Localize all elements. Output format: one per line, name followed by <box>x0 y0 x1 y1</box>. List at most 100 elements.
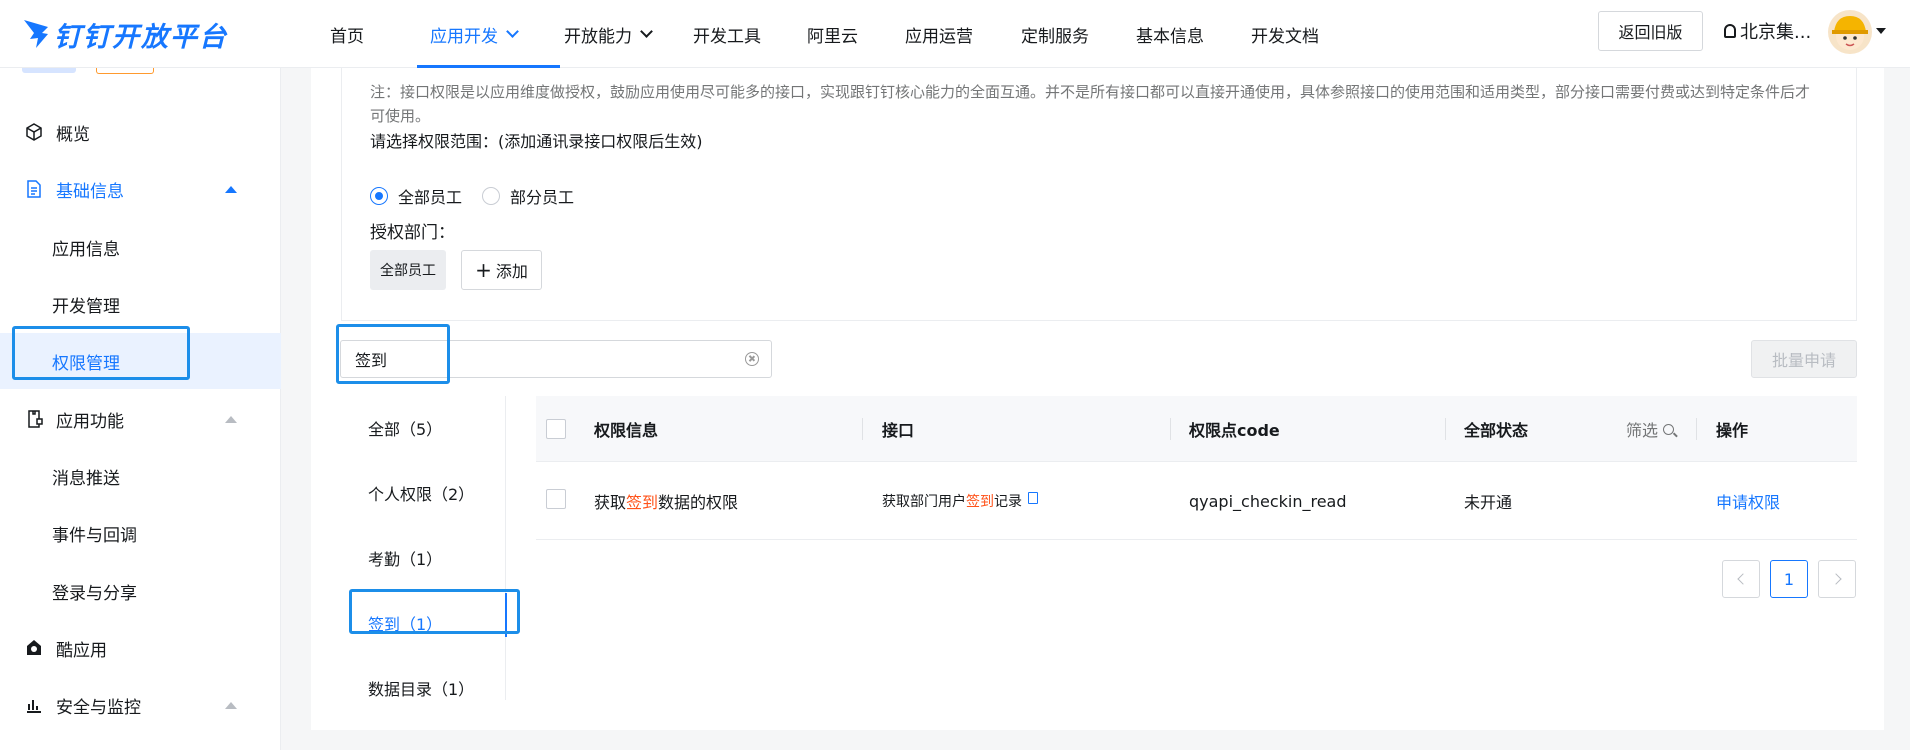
nav-label: 开放能力 <box>564 26 632 47</box>
sidebar: 概览 基础信息 应用信息 开发管理 权限管理 应用功能 消息推送 事件与回调 登… <box>0 68 281 750</box>
cell-permission-code: qyapi_checkin_read <box>1189 491 1347 511</box>
cell-status: 未开通 <box>1464 493 1513 512</box>
nav-label: 应用运营 <box>905 26 973 47</box>
plus-icon: + <box>475 258 492 282</box>
nav-home[interactable]: 首页 <box>330 0 427 68</box>
bar-chart-icon <box>27 700 41 713</box>
highlight-box-category <box>349 589 520 634</box>
nav-open-capability[interactable]: 开放能力 <box>560 0 693 68</box>
table-row: 获取 签到 数据的权限 获取部门用户 签到 记录 qyapi_checkin_read … <box>536 462 1857 540</box>
main-nav: 首页 应用开发 开放能力 开发工具 阿里云 应用运营 定制服务 基本信息 开发文… <box>330 0 1361 68</box>
authorized-department-label: 授权部门： <box>370 223 455 243</box>
info-text-pre: 获取 <box>594 493 627 512</box>
category-data-catalog[interactable]: 数据目录（1） <box>346 656 506 720</box>
select-all-checkbox[interactable] <box>546 419 566 439</box>
nav-label: 基本信息 <box>1136 26 1204 47</box>
caret-up-icon <box>225 185 237 193</box>
sidebar-top-fragment <box>22 68 76 73</box>
caret-up-icon <box>225 701 237 709</box>
department-tag: 全部员工 <box>370 250 446 290</box>
sidebar-item-overview[interactable]: 概览 <box>0 104 281 160</box>
table-header: 权限信息 接口 权限点code 全部状态 筛选 操作 <box>536 396 1857 462</box>
highlight-box-sidebar <box>12 326 190 380</box>
info-text-highlight: 签到 <box>626 493 659 512</box>
sidebar-item-login-share[interactable]: 登录与分享 <box>0 563 281 619</box>
filter-label: 筛选 <box>1626 421 1659 440</box>
nav-label: 开发工具 <box>693 26 761 47</box>
permission-category-list: 全部（5） 个人权限（2） 考勤（1） 签到（1） 数据目录（1） <box>346 396 506 700</box>
top-header: 钉钉开放平台 首页 应用开发 开放能力 开发工具 阿里云 应用运营 定制服务 基… <box>0 0 1910 68</box>
doc-link-icon[interactable] <box>1028 492 1038 504</box>
nav-aliyun[interactable]: 阿里云 <box>807 0 905 68</box>
sidebar-top-badge-fragment <box>96 68 154 74</box>
api-text-post: 记录 <box>994 494 1022 510</box>
col-header-status: 全部状态 <box>1464 421 1529 440</box>
bell-icon <box>1724 24 1736 38</box>
sidebar-item-label: 事件与回调 <box>52 525 137 546</box>
sidebar-item-app-function[interactable]: 应用功能 <box>0 391 281 447</box>
avatar-image-icon <box>1832 16 1868 50</box>
column-divider <box>1445 418 1446 440</box>
cell-api: 获取部门用户 签到 记录 <box>882 462 1038 540</box>
chevron-down-icon <box>640 25 653 38</box>
radio-label: 部分员工 <box>510 188 575 207</box>
radio-all-employees[interactable] <box>370 187 388 205</box>
scope-radio-group: 全部员工 部分员工 <box>370 184 574 208</box>
api-text-pre: 获取部门用户 <box>882 494 966 510</box>
document-icon <box>27 180 41 198</box>
sidebar-item-basic-info[interactable]: 基础信息 <box>0 161 281 217</box>
batch-apply-button[interactable]: 批量申请 <box>1751 340 1857 378</box>
logo[interactable]: 钉钉开放平台 <box>22 14 228 54</box>
apply-permission-link[interactable]: 申请权限 <box>1716 462 1780 540</box>
nav-dev-tools[interactable]: 开发工具 <box>693 0 807 68</box>
nav-dev-docs[interactable]: 开发文档 <box>1251 0 1361 68</box>
app-function-icon <box>28 410 43 428</box>
nav-label: 开发文档 <box>1251 26 1319 47</box>
status-filter[interactable]: 筛选 <box>1626 396 1675 462</box>
col-header-action: 操作 <box>1716 421 1749 440</box>
category-attendance[interactable]: 考勤（1） <box>346 526 506 590</box>
sidebar-item-label: 消息推送 <box>52 468 120 489</box>
permission-note: 注：接口权限是以应用维度做授权，鼓励应用使用尽可能多的接口，实现跟钉钉核心能力的… <box>370 83 1811 125</box>
org-switcher[interactable]: 北京集... <box>1724 18 1811 44</box>
sidebar-item-app-info[interactable]: 应用信息 <box>0 219 281 275</box>
category-personal[interactable]: 个人权限（2） <box>346 461 506 525</box>
avatar[interactable] <box>1828 10 1872 54</box>
nav-basic-info[interactable]: 基本信息 <box>1136 0 1251 68</box>
row-checkbox[interactable] <box>546 489 566 509</box>
column-divider <box>1170 418 1171 440</box>
caret-up-icon <box>225 415 237 423</box>
sidebar-item-message-push[interactable]: 消息推送 <box>0 448 281 504</box>
org-name: 北京集... <box>1740 22 1812 43</box>
nav-label: 应用开发 <box>430 26 498 47</box>
pagination-next-button[interactable] <box>1818 560 1856 598</box>
sidebar-item-label: 开发管理 <box>52 296 120 317</box>
return-old-version-button[interactable]: 返回旧版 <box>1598 11 1703 51</box>
chevron-left-icon <box>1736 573 1749 585</box>
scope-select-label: 请选择权限范围：(添加通讯录接口权限后生效) <box>370 132 703 151</box>
nav-app-dev[interactable]: 应用开发 <box>417 0 560 68</box>
add-department-button[interactable]: + 添加 <box>461 250 542 290</box>
chevron-right-icon <box>1829 573 1842 585</box>
sidebar-item-security-monitoring[interactable]: 安全与监控 <box>0 677 281 733</box>
nav-app-operation[interactable]: 应用运营 <box>905 0 1021 68</box>
category-all[interactable]: 全部（5） <box>346 396 506 460</box>
sidebar-item-dev-management[interactable]: 开发管理 <box>0 276 281 332</box>
sidebar-item-label: 应用信息 <box>52 239 120 260</box>
radio-partial-employees[interactable] <box>482 187 501 205</box>
nav-label: 定制服务 <box>1021 26 1089 47</box>
column-divider <box>1696 418 1697 440</box>
sidebar-item-label: 应用功能 <box>56 411 124 432</box>
caret-down-icon[interactable] <box>1876 28 1886 34</box>
nav-label: 阿里云 <box>807 26 858 47</box>
pagination-prev-button[interactable] <box>1722 560 1760 598</box>
sidebar-item-label: 基础信息 <box>56 181 124 202</box>
col-header-info: 权限信息 <box>594 421 659 440</box>
clear-icon[interactable] <box>745 352 759 366</box>
sidebar-item-cool-app[interactable]: 酷应用 <box>0 620 281 676</box>
chevron-down-icon <box>506 25 519 38</box>
sidebar-item-label: 登录与分享 <box>52 583 137 604</box>
sidebar-item-events-callbacks[interactable]: 事件与回调 <box>0 505 281 561</box>
nav-custom-service[interactable]: 定制服务 <box>1021 0 1136 68</box>
pagination-page-current[interactable]: 1 <box>1770 560 1808 598</box>
